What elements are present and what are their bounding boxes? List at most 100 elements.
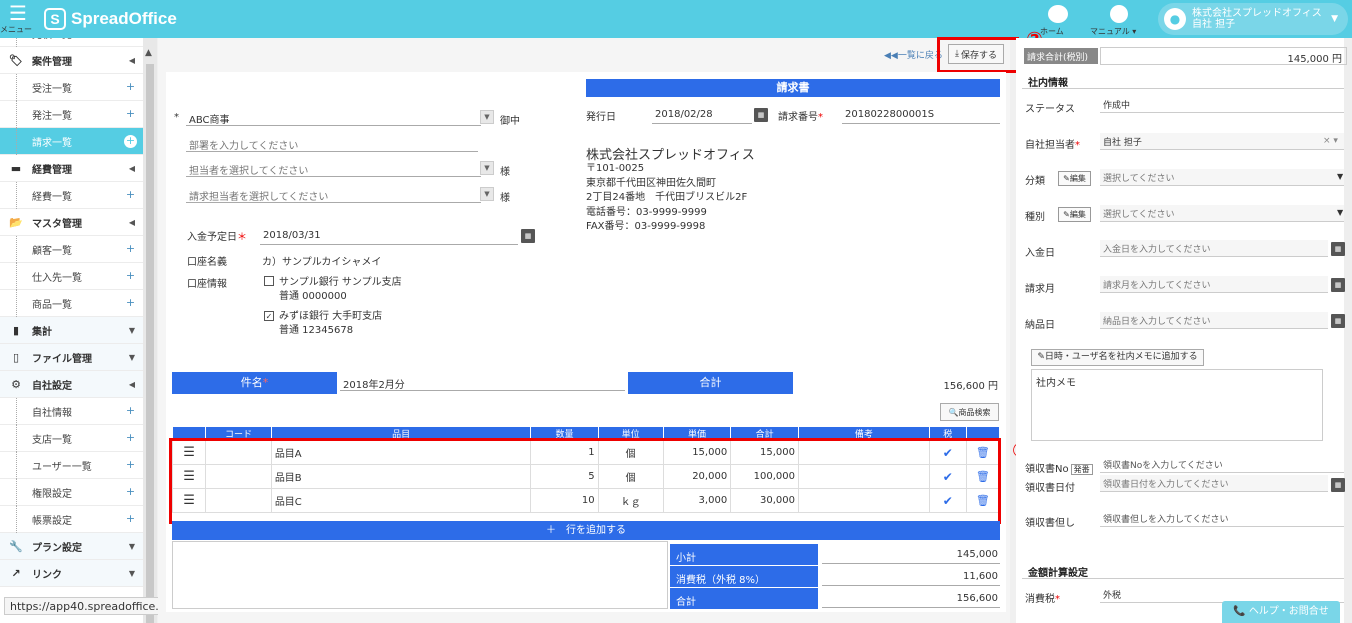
chevron-down-icon[interactable]: ▼ [480, 187, 494, 201]
sidebar-item[interactable]: 🏷 案件管理 ◀ [0, 47, 143, 74]
sidebar-scrollbar[interactable]: ▲ [143, 38, 157, 623]
logo[interactable]: S SpreadOffice [44, 7, 177, 31]
sidebar-item[interactable]: 支店一覧 + [0, 425, 143, 452]
plus-icon[interactable]: + [124, 297, 137, 310]
internal-memo-textarea[interactable]: 社内メモ [1031, 369, 1323, 441]
chevron-down-icon[interactable]: ▼ [1337, 172, 1343, 181]
right-scrollbar[interactable] [1344, 38, 1352, 623]
remarks-textarea[interactable] [172, 541, 668, 609]
billmonth-input[interactable]: 請求月を入力してください [1100, 276, 1328, 293]
save-button[interactable]: ⤓ 保存する [948, 44, 1004, 64]
required-mark: ＊ [237, 232, 247, 243]
plus-icon[interactable]: + [124, 38, 137, 40]
sidebar-item[interactable]: 🔧 プラン設定 ▼ [0, 533, 143, 560]
sidebar-item[interactable]: 仕入先一覧 + [0, 263, 143, 290]
sidebar-item[interactable]: 見積一覧 + [0, 38, 143, 47]
billing-contact-select[interactable]: 請求担当者を選択してください [186, 186, 481, 203]
plus-icon[interactable]: + [124, 108, 137, 121]
subject-input[interactable]: 2018年2月分 [340, 374, 625, 391]
sidebar-item[interactable]: 請求一覧 + [0, 128, 143, 155]
plus-icon[interactable]: + [124, 270, 137, 283]
calendar-icon[interactable]: ▦ [521, 229, 535, 243]
required-mark: * [174, 112, 179, 123]
receipt-no-input[interactable]: 領収書Noを入力してください [1100, 456, 1344, 473]
due-date-input[interactable]: 2018/03/31 [260, 228, 518, 245]
plus-icon[interactable]: + [124, 459, 137, 472]
department-input[interactable]: 部署を入力してください [186, 135, 478, 152]
sidebar-item[interactable]: ▯ ファイル管理 ▼ [0, 344, 143, 371]
address-line: 電話番号：03-9999-9999 [586, 206, 707, 218]
edit-label: 編集 [1069, 210, 1086, 219]
category-select[interactable]: 選択してください [1100, 169, 1344, 186]
required-mark: * [1075, 140, 1080, 151]
required-mark: * [818, 112, 823, 123]
sidebar-item-label: ユーザー一覧 [32, 461, 92, 473]
calendar-icon[interactable]: ▦ [1331, 314, 1345, 328]
link-icon: ↗ [11, 566, 21, 580]
help-button[interactable]: 📞 ヘルプ・お問合せ [1222, 601, 1340, 623]
plus-icon[interactable]: + [124, 81, 137, 94]
sidebar-item[interactable]: 発注一覧 + [0, 101, 143, 128]
contact-select[interactable]: 担当者を選択してください [186, 160, 481, 177]
sidebar-item[interactable]: 自社情報 + [0, 398, 143, 425]
sidebar-item[interactable]: ▮ 集計 ▼ [0, 317, 143, 344]
sidebar-item[interactable]: 権限設定 + [0, 479, 143, 506]
user-menu[interactable]: ● 株式会社スプレッドオフィス 自社 担子 ▼ [1158, 3, 1348, 35]
sidebar-item-label: 案件管理 [32, 56, 72, 68]
status-value: 作成中 [1100, 96, 1344, 113]
product-search-button[interactable]: 🔍 商品検索 [940, 403, 999, 421]
required-mark: * [1055, 594, 1060, 605]
plus-icon[interactable]: + [124, 405, 137, 418]
sidebar-item[interactable]: ▬ 経費管理 ◀ [0, 155, 143, 182]
plus-icon[interactable]: + [124, 513, 137, 526]
sidebar-item[interactable]: 商品一覧 + [0, 290, 143, 317]
manual-button[interactable]: マニュアル ▾ [1090, 2, 1148, 38]
plus-icon[interactable]: + [124, 486, 137, 499]
sidebar-item[interactable]: 受注一覧 + [0, 74, 143, 101]
invoice-number-input[interactable]: 2018022800001S [842, 107, 1000, 124]
type-select[interactable]: 選択してください [1100, 205, 1344, 222]
back-link[interactable]: ◀◀一覧に戻る [884, 48, 943, 61]
account2-checkbox[interactable]: ✓ [264, 311, 274, 321]
sidebar-item[interactable]: ↗ リンク ▼ [0, 560, 143, 587]
category-edit-button[interactable]: ✎編集 [1058, 171, 1091, 186]
clear-icon[interactable]: × ▾ [1323, 136, 1338, 146]
sidebar-item[interactable]: 📂 マスタ管理 ◀ [0, 209, 143, 236]
home-button[interactable]: ホーム [1040, 2, 1076, 38]
account1-name: サンプル銀行 サンプル支店 [279, 277, 402, 288]
menu-button[interactable]: ☰ メニュー [0, 0, 36, 38]
add-memo-stamp-button[interactable]: ✎日時・ユーザ名を社内メモに追加する [1031, 349, 1204, 366]
add-row-button[interactable]: ＋ 行を追加する [172, 521, 1000, 540]
calendar-icon[interactable]: ▦ [754, 108, 768, 122]
scroll-thumb[interactable] [146, 64, 154, 623]
customer-select[interactable]: ABC商事 [186, 109, 481, 126]
receipt-date-input[interactable]: 領収書日付を入力してください [1100, 475, 1328, 492]
due-date-label-text: 入金予定日 [187, 232, 237, 243]
book-icon [1110, 5, 1128, 23]
sidebar-item[interactable]: ユーザー一覧 + [0, 452, 143, 479]
calendar-icon[interactable]: ▦ [1331, 242, 1345, 256]
issue-date-input[interactable]: 2018/02/28 [652, 107, 752, 124]
issue-number-button[interactable]: 発番 [1070, 464, 1093, 475]
category-label: 分類 [1025, 176, 1045, 187]
sidebar-item[interactable]: 経費一覧 + [0, 182, 143, 209]
plus-icon[interactable]: + [124, 189, 137, 202]
sidebar-item[interactable]: ⚙ 自社設定 ◀ [0, 371, 143, 398]
chevron-down-icon[interactable]: ▼ [1337, 208, 1343, 217]
receipt-note-input[interactable]: 領収書但しを入力してください [1100, 510, 1344, 527]
plus-icon[interactable]: + [124, 135, 137, 148]
plus-icon[interactable]: + [124, 432, 137, 445]
paydate-input[interactable]: 入金日を入力してください [1100, 240, 1328, 257]
account1-checkbox[interactable] [264, 276, 274, 286]
scroll-up-icon[interactable]: ▲ [145, 48, 152, 58]
chevron-down-icon[interactable]: ▼ [480, 161, 494, 175]
type-edit-button[interactable]: ✎編集 [1058, 207, 1091, 222]
owner-select[interactable]: 自社 担子 [1100, 133, 1344, 150]
delivery-input[interactable]: 納品日を入力してください [1100, 312, 1328, 329]
calendar-icon[interactable]: ▦ [1331, 278, 1345, 292]
plus-icon[interactable]: + [124, 243, 137, 256]
sidebar-item[interactable]: 顧客一覧 + [0, 236, 143, 263]
calendar-icon[interactable]: ▦ [1331, 478, 1345, 492]
chevron-down-icon[interactable]: ▼ [480, 110, 494, 124]
sidebar-item[interactable]: 帳票設定 + [0, 506, 143, 533]
